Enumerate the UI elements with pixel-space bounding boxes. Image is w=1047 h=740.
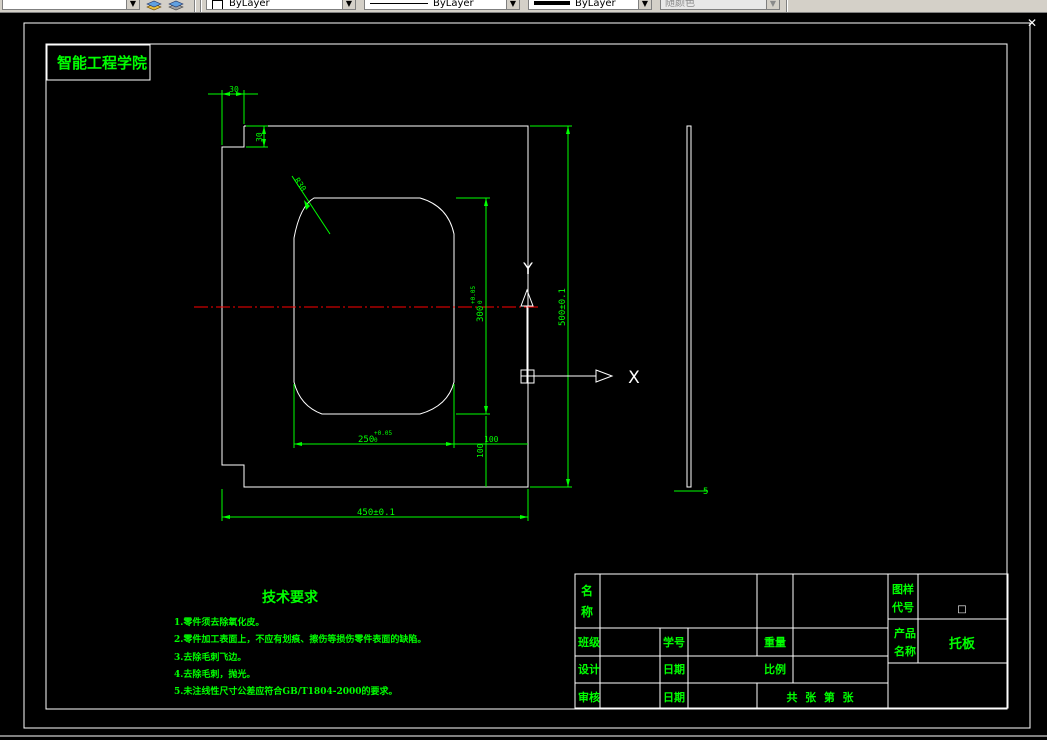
toolbar-separator (786, 0, 788, 12)
tb-weight-label: 重量 (764, 635, 786, 649)
color-swatch (212, 0, 223, 9)
dim-pocket-width-tol-upper: +0.05 (374, 430, 392, 437)
tb-drawing-no-value: □ (957, 604, 966, 615)
dim-fillet-radius: R30 (292, 176, 308, 193)
toolbar-separator (194, 0, 196, 12)
linetype-combo-value: ByLayer (433, 0, 474, 9)
title-block (574, 573, 1009, 709)
pocket-outline (293, 197, 455, 415)
dimension-lines (208, 90, 708, 521)
tb-scale-label: 比例 (764, 662, 786, 676)
tb-name-label-1: 名 (581, 583, 593, 598)
tb-drawing-no-label-1: 图样 (892, 582, 914, 596)
drawing-canvas[interactable]: 智能工程学院 30 30 R30 300 +0.05 0 500±0.1 250… (0, 12, 1047, 740)
dim-pocket-height-tol-upper: +0.05 (470, 286, 477, 304)
tb-date-label: 日期 (663, 662, 685, 676)
tech-req-title: 技术要求 (262, 589, 319, 606)
part-side-view (686, 125, 692, 488)
dim-pocket-height: 300 (476, 306, 486, 322)
chevron-down-icon: ▼ (766, 0, 779, 9)
plotstyle-combo[interactable]: 随颜色 ▼ (660, 0, 780, 10)
tb-product-value: 托板 (949, 636, 976, 652)
lineweight-combo[interactable]: ByLayer ▼ (528, 0, 652, 10)
tb-design-label: 设计 (578, 662, 600, 676)
tech-req-item: 4.去除毛刺，抛光。 (174, 668, 255, 680)
plotstyle-combo-value: 随颜色 (665, 0, 695, 9)
color-combo-value: ByLayer (229, 0, 270, 9)
lineweight-combo-value: ByLayer (575, 0, 616, 9)
chevron-down-icon: ▼ (506, 0, 519, 9)
ucs-y-label: Y (522, 259, 533, 278)
dim-top-notch-width: 30 (229, 85, 239, 94)
tb-student-id-label: 学号 (663, 635, 685, 649)
layer-previous-icon[interactable] (168, 0, 184, 11)
tb-name-label-2: 称 (581, 604, 593, 619)
tb-drawing-no-label-2: 代号 (891, 600, 914, 614)
layer-states-icon[interactable] (146, 0, 162, 11)
ucs-x-label: X (628, 368, 640, 388)
dim-pocket-width: 250 (358, 435, 374, 445)
tech-req-item: 5.未注线性尺寸公差应符合GB/T1804-2000的要求。 (174, 685, 398, 697)
tb-review-label: 审核 (578, 690, 600, 704)
layer-combo[interactable]: ▼ (2, 0, 140, 10)
chevron-down-icon: ▼ (638, 0, 651, 9)
dimension-arrows (222, 92, 570, 519)
tb-date2-label: 日期 (663, 690, 685, 704)
dim-pocket-width-tol-lower: 0 (374, 437, 378, 444)
chevron-down-icon: ▼ (126, 0, 139, 9)
toolbar-separator (200, 0, 202, 12)
dim-top-notch-height: 30 (255, 132, 264, 142)
tb-product-label-2: 名称 (894, 644, 916, 658)
linetype-preview (370, 3, 428, 4)
dim-overall-width: 450±0.1 (357, 508, 395, 518)
tech-req-item: 3.去除毛刺飞边。 (174, 651, 246, 663)
dim-pocket-height-tol-lower: 0 (477, 300, 484, 304)
dim-offset-y: 100 (476, 443, 485, 458)
tb-product-label-1: 产品 (894, 626, 916, 640)
school-name: 智能工程学院 (57, 54, 147, 72)
dim-overall-height: 500±0.1 (558, 288, 568, 326)
lineweight-preview (534, 1, 570, 5)
linetype-combo[interactable]: ByLayer ▼ (364, 0, 520, 10)
tech-req-item: 2.零件加工表面上，不应有划痕、擦伤等损伤零件表面的缺陷。 (174, 633, 426, 645)
tb-class-label: 班级 (578, 635, 601, 649)
tech-req-item: 1.零件须去除氧化皮。 (174, 616, 264, 628)
dim-thickness: 5 (703, 487, 708, 497)
color-combo[interactable]: ByLayer ▼ (206, 0, 356, 10)
tb-sheets-label: 共 张 第 张 (787, 690, 855, 704)
chevron-down-icon: ▼ (342, 0, 355, 9)
dim-offset-x: 100 (484, 435, 499, 444)
